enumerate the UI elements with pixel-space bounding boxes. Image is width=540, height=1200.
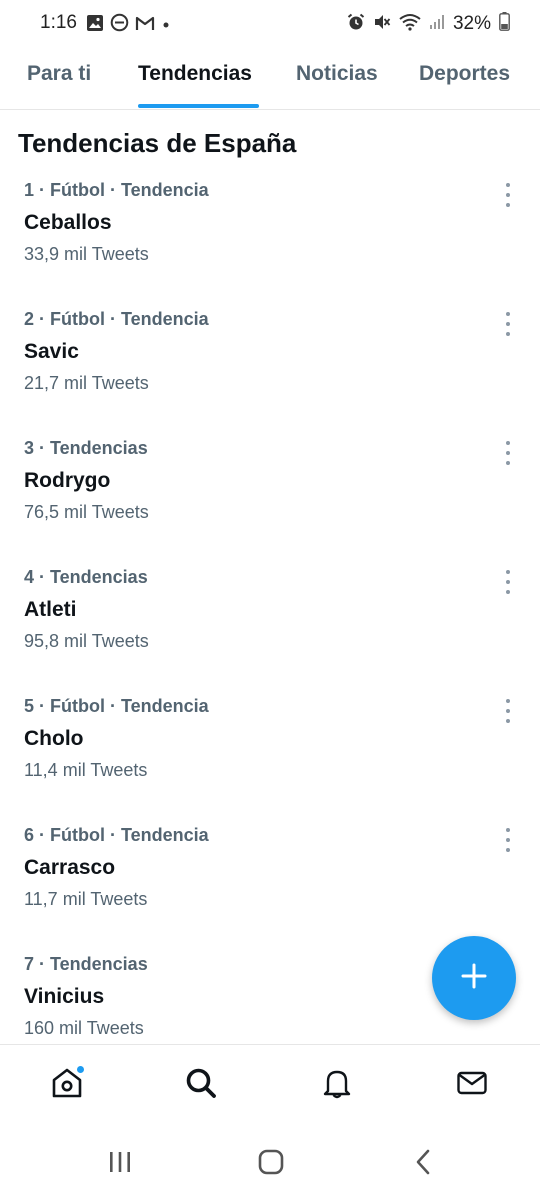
more-options-icon[interactable] (498, 699, 518, 723)
trend-name: Atleti (24, 598, 77, 621)
nav-messages[interactable] (454, 1067, 490, 1103)
trend-count: 21,7 mil Tweets (24, 373, 149, 393)
trend-meta: 6 · Fútbol · Tendencia (24, 825, 209, 845)
notification-dot (76, 1065, 85, 1074)
top-tabs: Para ti Tendencias Noticias Deportes (0, 52, 540, 110)
back-button[interactable] (410, 1149, 436, 1180)
trend-meta: 5 · Fútbol · Tendencia (24, 696, 209, 716)
section-title: Tendencias de España (18, 128, 297, 158)
gmail-icon (135, 15, 155, 36)
bottom-nav (0, 1044, 540, 1128)
plus-icon (460, 962, 488, 995)
trend-count: 33,9 mil Tweets (24, 244, 149, 264)
back-icon (413, 1149, 433, 1180)
wifi-icon (399, 13, 421, 36)
more-options-icon[interactable] (498, 183, 518, 207)
more-options-icon[interactable] (498, 441, 518, 465)
trend-name: Cholo (24, 727, 84, 750)
trend-item[interactable]: 3 · Tendencias Rodrygo 76,5 mil Tweets (0, 430, 540, 559)
nav-search[interactable] (183, 1067, 219, 1103)
more-options-icon[interactable] (498, 570, 518, 594)
battery-percent: 32% (452, 13, 491, 34)
do-not-disturb-icon (110, 13, 129, 37)
trend-item[interactable]: 2 · Fútbol · Tendencia Savic 21,7 mil Tw… (0, 301, 540, 430)
compose-tweet-button[interactable] (432, 936, 516, 1020)
mail-icon (455, 1066, 489, 1105)
tab-tendencias[interactable]: Tendencias (138, 62, 252, 86)
trend-count: 11,4 mil Tweets (24, 760, 148, 780)
home-button[interactable] (256, 1148, 286, 1181)
trend-count: 11,7 mil Tweets (24, 889, 148, 909)
battery-icon (499, 12, 510, 36)
search-icon (184, 1066, 218, 1105)
recents-icon (107, 1150, 133, 1179)
tab-noticias[interactable]: Noticias (296, 62, 378, 86)
trend-name: Rodrygo (24, 469, 111, 492)
trend-meta: 4 · Tendencias (24, 567, 148, 587)
trend-meta: 1 · Fútbol · Tendencia (24, 180, 209, 200)
recents-button[interactable] (106, 1150, 134, 1178)
trend-meta: 2 · Fútbol · Tendencia (24, 309, 209, 329)
trend-count: 76,5 mil Tweets (24, 502, 149, 522)
system-navigation-bar (0, 1128, 540, 1200)
nav-home[interactable] (49, 1065, 85, 1103)
status-bar: 1:16 32% (0, 0, 540, 48)
tab-deportes[interactable]: Deportes (419, 62, 510, 86)
dot-icon (161, 16, 171, 34)
nav-notifications[interactable] (319, 1067, 355, 1103)
signal-icon (429, 14, 445, 35)
trend-item[interactable]: 5 · Fútbol · Tendencia Cholo 11,4 mil Tw… (0, 688, 540, 817)
home-button-icon (257, 1148, 285, 1181)
tab-para-ti[interactable]: Para ti (27, 62, 91, 86)
trend-count: 95,8 mil Tweets (24, 631, 149, 651)
more-options-icon[interactable] (498, 312, 518, 336)
trend-item[interactable]: 6 · Fútbol · Tendencia Carrasco 11,7 mil… (0, 817, 540, 946)
trend-name: Savic (24, 340, 79, 363)
trend-name: Carrasco (24, 856, 116, 879)
bell-icon (320, 1066, 354, 1105)
trend-name: Vinicius (24, 985, 105, 1008)
status-time: 1:16 (40, 12, 77, 33)
image-icon (86, 14, 104, 37)
status-notification-icons (86, 13, 171, 37)
status-system-icons: 32% (347, 12, 510, 36)
trend-item[interactable]: 4 · Tendencias Atleti 95,8 mil Tweets (0, 559, 540, 688)
trend-name: Ceballos (24, 211, 112, 234)
trend-meta: 7 · Tendencias (24, 954, 148, 974)
more-options-icon[interactable] (498, 828, 518, 852)
active-tab-indicator (138, 104, 259, 108)
trend-count: 160 mil Tweets (24, 1018, 144, 1038)
mute-icon (373, 13, 391, 36)
alarm-icon (347, 13, 365, 36)
trend-item[interactable]: 1 · Fútbol · Tendencia Ceballos 33,9 mil… (0, 172, 540, 301)
trend-meta: 3 · Tendencias (24, 438, 148, 458)
